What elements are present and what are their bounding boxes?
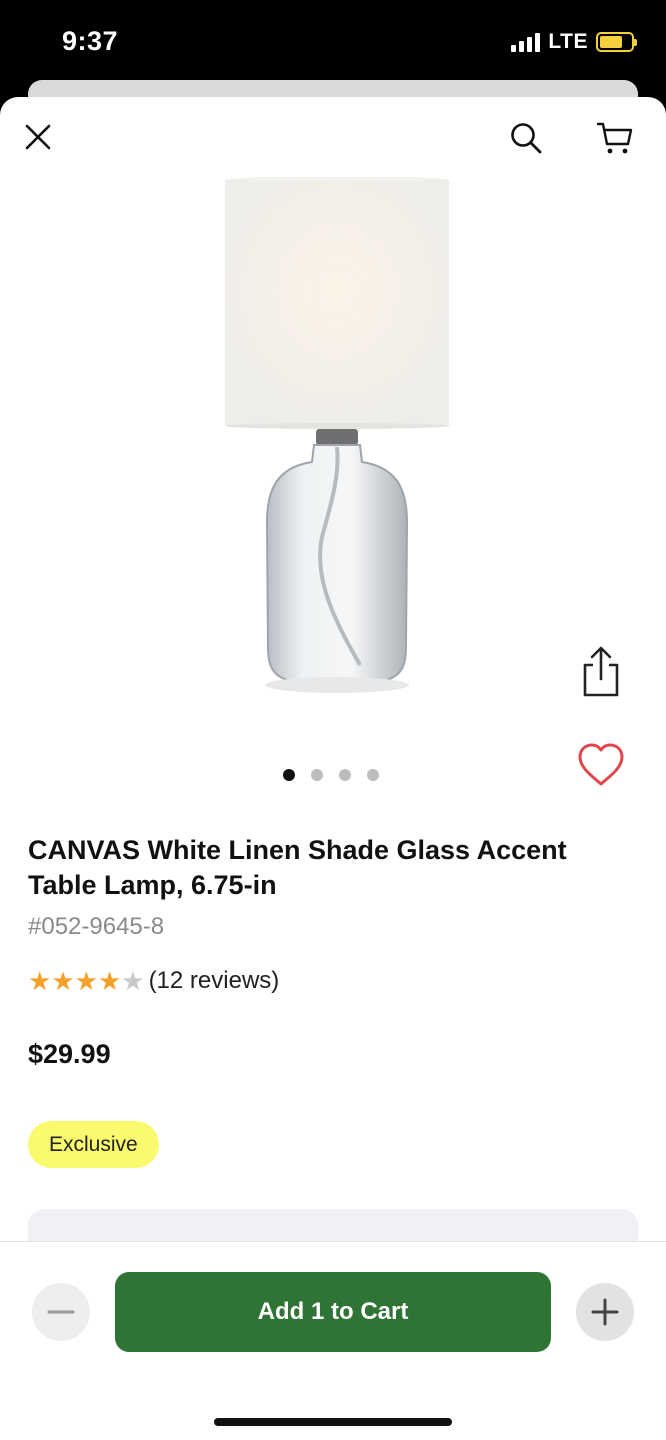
product-sku: #052-9645-8	[28, 913, 165, 940]
image-pagination[interactable]	[283, 769, 379, 781]
status-time: 9:37	[62, 26, 119, 56]
decrease-quantity-button[interactable]	[32, 1283, 90, 1341]
favorite-button[interactable]	[576, 741, 626, 789]
cart-icon	[596, 122, 633, 154]
top-bar	[0, 97, 666, 177]
increase-quantity-button[interactable]	[576, 1283, 634, 1341]
home-indicator[interactable]	[214, 1418, 452, 1426]
star-icon: ★	[97, 966, 122, 996]
battery-icon	[596, 32, 637, 52]
pagination-dot-2[interactable]	[311, 769, 323, 781]
close-icon	[25, 124, 51, 150]
share-button[interactable]	[578, 645, 624, 699]
product-sheet: CANVAS White Linen Shade Glass Accent Ta…	[0, 97, 666, 1440]
close-button[interactable]	[18, 117, 58, 157]
status-bar: 9:37 LTE	[0, 0, 666, 90]
plus-icon	[591, 1298, 619, 1326]
product-title: CANVAS White Linen Shade Glass Accent Ta…	[28, 835, 567, 900]
pagination-dot-3[interactable]	[339, 769, 351, 781]
add-to-cart-button[interactable]: Add 1 to Cart	[115, 1272, 551, 1352]
star-icon: ★	[74, 966, 98, 996]
review-count[interactable]: (12 reviews)	[149, 967, 280, 995]
heart-icon	[578, 743, 624, 786]
product-price: $29.99	[28, 1039, 111, 1069]
cart-button[interactable]	[594, 117, 636, 159]
minus-icon	[47, 1310, 75, 1314]
star-icon: ★	[51, 966, 75, 996]
pagination-dot-1[interactable]	[283, 769, 295, 781]
star-icon: ★	[28, 966, 52, 996]
rating[interactable]: ★ ★ ★ ★ ★ (12 reviews)	[28, 967, 279, 995]
signal-icon	[511, 32, 541, 52]
bottom-bar: Add 1 to Cart	[0, 1241, 666, 1440]
pagination-dot-4[interactable]	[367, 769, 379, 781]
status-indicators: LTE	[511, 30, 637, 54]
search-button[interactable]	[505, 117, 547, 159]
lamp-image	[225, 176, 449, 693]
share-icon	[583, 646, 619, 697]
network-label: LTE	[548, 30, 588, 53]
search-icon	[511, 123, 542, 154]
product-image[interactable]	[200, 176, 470, 697]
exclusive-badge: Exclusive	[28, 1121, 159, 1168]
star-empty-icon: ★	[121, 966, 145, 996]
